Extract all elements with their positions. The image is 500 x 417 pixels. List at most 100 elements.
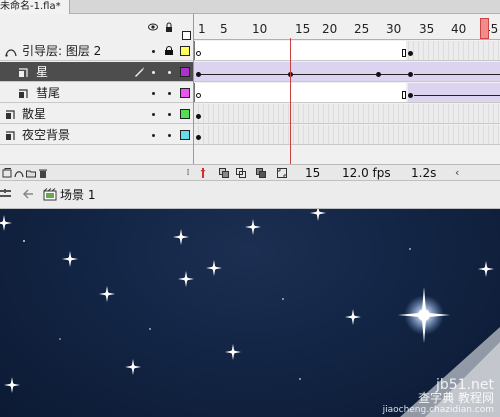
layer-row-scattered-stars[interactable]: 散星 [0,104,193,124]
lock-dot[interactable] [168,134,171,137]
keyframe[interactable] [408,93,413,98]
timeline-footer: ⁞ 15 12.0 fps 1.2s ‹ [0,164,500,180]
playhead-handle[interactable] [480,18,489,39]
lock-dot[interactable] [168,92,171,95]
timeline-panel: 引导层: 图层 2 星 彗尾 散星 夜空背景 1 5 10 15 20 25 3… [0,14,500,180]
ruler-label: 30 [386,22,402,36]
lock-dot[interactable] [168,113,171,116]
document-tab[interactable]: 未命名-1.fla* [0,0,70,14]
star [125,359,141,375]
ruler-label: 15 [295,22,311,36]
playhead-line [290,38,291,180]
elapsed-time-readout: 1.2s [411,166,437,180]
layer-name: 夜空背景 [22,128,71,142]
tween-arrow [200,74,288,75]
lock-icon[interactable] [164,22,174,32]
stage[interactable]: jb51.net 查字典 教程网 jiaocheng.chazidian.com [0,209,500,417]
keyframe[interactable] [196,114,201,119]
visibility-dot[interactable] [152,50,155,53]
ruler-label: 25 [354,22,370,36]
ruler-label: 35 [419,22,435,36]
frame-rate-readout[interactable]: 12.0 fps [342,166,391,180]
layer-row-night-sky[interactable]: 夜空背景 [0,125,193,145]
layer-color-swatch[interactable] [180,88,190,98]
frame-row-comet-tail[interactable] [194,83,500,103]
layer-row-star[interactable]: 星 [0,62,193,82]
visibility-dot[interactable] [152,92,155,95]
frame-grid[interactable]: 1 5 10 15 20 25 30 35 40 45 [193,14,500,180]
new-layer-icon[interactable] [2,168,12,178]
guide-layer-icon [5,46,17,57]
center-frame-icon[interactable] [198,168,208,178]
watermark-site: jb51.net [435,377,494,393]
star [310,209,326,221]
star [245,219,261,235]
layer-row-guide[interactable]: 引导层: 图层 2 [0,41,193,61]
watermark-url: jiaocheng.chazidian.com [382,405,494,415]
guided-layer-icon [18,88,28,98]
ruler-label: 20 [322,22,338,36]
eye-icon[interactable] [148,22,158,32]
onion-skin-outlines-icon[interactable] [236,168,246,178]
layer-color-swatch[interactable] [180,46,190,56]
lock-dot[interactable] [168,71,171,74]
guided-layer-icon [18,67,28,77]
frame-row-guide[interactable] [194,41,500,61]
ruler-label: 40 [451,22,467,36]
pencil-icon [133,66,145,78]
scroll-left-icon[interactable]: ‹ [455,167,467,179]
star [0,215,12,231]
visibility-dot[interactable] [152,71,155,74]
visibility-dot[interactable] [152,134,155,137]
keyframe[interactable] [196,135,201,140]
keyframe[interactable] [196,93,201,98]
resize-grip-icon[interactable]: ⁞ [183,168,193,178]
document-tab-bar: 未命名-1.fla* [0,0,500,14]
tween-arrow [380,74,410,75]
scene-panel-toggle-icon[interactable] [0,188,12,200]
watermark-brand: 查字典 教程网 [418,391,494,405]
outline-icon[interactable] [182,31,191,40]
layer-color-swatch[interactable] [180,130,190,140]
tween-arrow [414,95,500,96]
keyframe[interactable] [196,51,201,56]
layer-color-swatch[interactable] [180,67,190,77]
lock-icon[interactable] [165,46,173,55]
frame-row-night-sky[interactable] [194,125,500,145]
modify-markers-icon[interactable] [277,168,287,178]
layer-list: 引导层: 图层 2 星 彗尾 散星 夜空背景 [0,14,193,180]
current-frame-readout: 15 [305,166,321,180]
keyframe[interactable] [408,72,413,77]
back-arrow-icon[interactable] [22,188,34,200]
keyframe[interactable] [408,51,413,56]
frame-row-scattered-stars[interactable] [194,104,500,124]
keyframe[interactable] [196,72,201,77]
star [478,261,494,277]
tween-arrow [292,74,376,75]
layer-color-swatch[interactable] [180,109,190,119]
layer-name: 星 [36,65,49,79]
motion-guide-icon[interactable] [14,168,24,178]
layer-icon [5,109,15,119]
frame-row-star[interactable] [194,62,500,82]
star [4,377,20,393]
layer-icon [5,130,15,140]
visibility-dot[interactable] [152,113,155,116]
trash-icon[interactable] [38,168,48,178]
ruler-label: 10 [252,22,268,36]
watermark: jb51.net 查字典 教程网 jiaocheng.chazidian.com [383,378,494,415]
scene-bar: 场景 1 [0,180,500,209]
folder-icon[interactable] [26,168,36,178]
ruler-label: 5 [220,22,228,36]
edit-multiple-frames-icon[interactable] [256,168,266,178]
scene-label[interactable]: 场景 1 [60,188,95,202]
layer-row-comet-tail[interactable]: 彗尾 [0,83,193,103]
scene-icon [43,188,57,202]
star [225,344,241,360]
onion-skin-icon[interactable] [219,168,229,178]
keyframe[interactable] [376,72,381,77]
star [99,286,115,302]
motion-tween-span [408,83,500,102]
star [178,271,194,287]
frame-ruler[interactable]: 1 5 10 15 20 25 30 35 40 45 [194,14,500,40]
